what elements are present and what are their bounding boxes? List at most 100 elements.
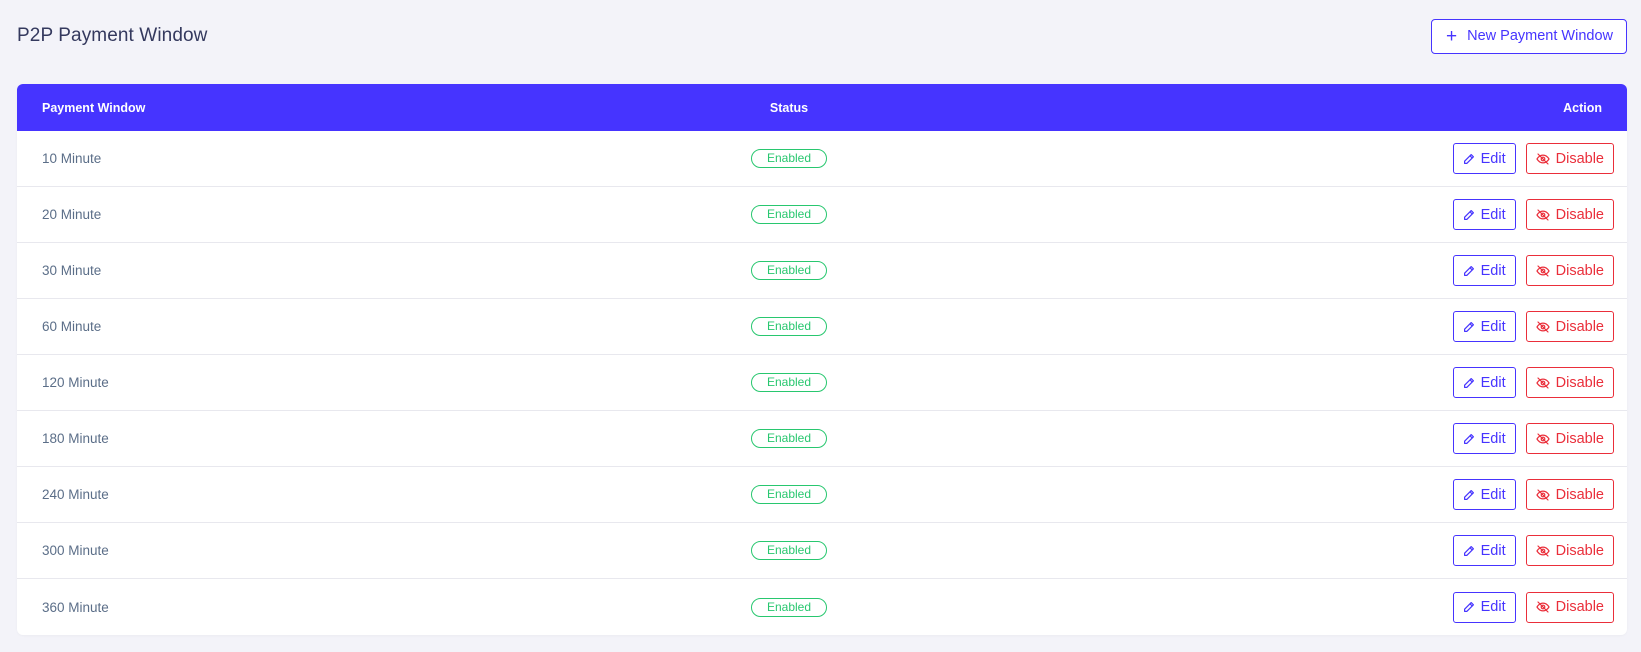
status-badge: Enabled [750, 261, 828, 280]
row-actions: Edit Disable [1452, 535, 1614, 566]
pencil-icon [1463, 321, 1475, 333]
pencil-icon [1463, 265, 1475, 277]
table-row: 30 Minute Enabled Edit Disable [17, 243, 1627, 299]
pencil-icon [1463, 209, 1475, 221]
pencil-icon [1463, 433, 1475, 445]
eye-slash-icon [1535, 376, 1550, 389]
table-row: 10 Minute Enabled Edit Disable [17, 131, 1627, 187]
status-cell: Enabled [17, 261, 1561, 280]
eye-slash-icon [1535, 264, 1550, 277]
table-row: 240 Minute Enabled Edit Disable [17, 467, 1627, 523]
plus-icon: + [1446, 25, 1458, 47]
disable-label: Disable [1555, 318, 1604, 335]
disable-button[interactable]: Disable [1525, 535, 1614, 566]
status-badge: Enabled [750, 485, 828, 504]
status-badge: Enabled [750, 429, 828, 448]
disable-button[interactable]: Disable [1525, 311, 1614, 342]
status-cell: Enabled [17, 317, 1561, 336]
edit-button[interactable]: Edit [1452, 311, 1516, 342]
status-badge: Enabled [750, 149, 828, 168]
disable-button[interactable]: Disable [1525, 367, 1614, 398]
disable-label: Disable [1555, 150, 1604, 167]
edit-button[interactable]: Edit [1452, 143, 1516, 174]
edit-button[interactable]: Edit [1452, 591, 1516, 623]
row-actions: Edit Disable [1452, 367, 1614, 398]
status-badge: Enabled [750, 317, 828, 336]
edit-label: Edit [1480, 318, 1506, 335]
new-payment-window-button[interactable]: + New Payment Window [1431, 18, 1627, 54]
edit-button[interactable]: Edit [1452, 367, 1516, 398]
eye-slash-icon [1535, 601, 1550, 613]
edit-button[interactable]: Edit [1452, 535, 1516, 566]
pencil-icon [1463, 601, 1475, 613]
status-cell: Enabled [17, 597, 1561, 617]
table-row: 180 Minute Enabled Edit Disable [17, 411, 1627, 467]
disable-button[interactable]: Disable [1525, 143, 1614, 174]
eye-slash-icon [1535, 432, 1550, 445]
edit-label: Edit [1480, 206, 1506, 223]
disable-label: Disable [1555, 374, 1604, 391]
table-row: 120 Minute Enabled Edit Disable [17, 355, 1627, 411]
edit-button[interactable]: Edit [1452, 199, 1516, 230]
row-actions: Edit Disable [1452, 143, 1614, 174]
status-cell: Enabled [17, 485, 1561, 504]
disable-label: Disable [1555, 262, 1604, 279]
pencil-icon [1463, 489, 1475, 501]
disable-button[interactable]: Disable [1525, 423, 1614, 454]
edit-button[interactable]: Edit [1452, 255, 1516, 286]
disable-label: Disable [1555, 206, 1604, 223]
edit-label: Edit [1480, 486, 1506, 503]
column-header-status: Status [769, 100, 809, 115]
edit-label: Edit [1480, 542, 1506, 559]
eye-slash-icon [1535, 208, 1550, 221]
status-cell: Enabled [17, 205, 1561, 224]
eye-slash-icon [1535, 152, 1550, 165]
table-row: 60 Minute Enabled Edit Disable [17, 299, 1627, 355]
column-header-action: Action [1563, 100, 1602, 115]
eye-slash-icon [1535, 320, 1550, 333]
edit-button[interactable]: Edit [1452, 479, 1516, 510]
disable-label: Disable [1555, 430, 1604, 447]
disable-button[interactable]: Disable [1525, 255, 1614, 286]
status-cell: Enabled [17, 429, 1561, 448]
table-row: 20 Minute Enabled Edit Disable [17, 187, 1627, 243]
row-actions: Edit Disable [1452, 199, 1614, 230]
eye-slash-icon [1535, 488, 1550, 501]
edit-label: Edit [1480, 374, 1506, 391]
disable-label: Disable [1555, 542, 1604, 559]
disable-button[interactable]: Disable [1525, 591, 1614, 623]
table-row: 360 Minute Enabled Edit Disable [17, 579, 1627, 635]
edit-label: Edit [1480, 262, 1506, 279]
table-row: 300 Minute Enabled Edit Disable [17, 523, 1627, 579]
edit-button[interactable]: Edit [1452, 423, 1516, 454]
table-body: 10 Minute Enabled Edit Disable 20 Minute… [17, 131, 1627, 635]
disable-button[interactable]: Disable [1525, 199, 1614, 230]
disable-button[interactable]: Disable [1525, 479, 1614, 510]
row-actions: Edit Disable [1452, 311, 1614, 342]
status-cell: Enabled [17, 541, 1561, 560]
row-actions: Edit Disable [1452, 591, 1614, 623]
page: P2P Payment Window + New Payment Window … [0, 0, 1641, 652]
pencil-icon [1463, 545, 1475, 557]
edit-label: Edit [1480, 150, 1506, 167]
edit-label: Edit [1480, 430, 1506, 447]
row-actions: Edit Disable [1452, 255, 1614, 286]
page-title: P2P Payment Window [17, 25, 208, 46]
disable-label: Disable [1555, 486, 1604, 503]
row-actions: Edit Disable [1452, 479, 1614, 510]
status-badge: Enabled [750, 597, 828, 617]
disable-label: Disable [1555, 599, 1604, 615]
new-payment-window-label: New Payment Window [1467, 28, 1613, 44]
pencil-icon [1463, 377, 1475, 389]
table-header: Payment Window Status Action [17, 84, 1627, 131]
status-badge: Enabled [750, 205, 828, 224]
pencil-icon [1463, 153, 1475, 165]
page-header: P2P Payment Window + New Payment Window [17, 18, 1627, 54]
status-badge: Enabled [750, 541, 828, 560]
payment-window-table: Payment Window Status Action 10 Minute E… [17, 84, 1627, 635]
status-cell: Enabled [17, 149, 1561, 168]
row-actions: Edit Disable [1452, 423, 1614, 454]
eye-slash-icon [1535, 544, 1550, 557]
status-cell: Enabled [17, 373, 1561, 392]
edit-label: Edit [1480, 599, 1506, 615]
